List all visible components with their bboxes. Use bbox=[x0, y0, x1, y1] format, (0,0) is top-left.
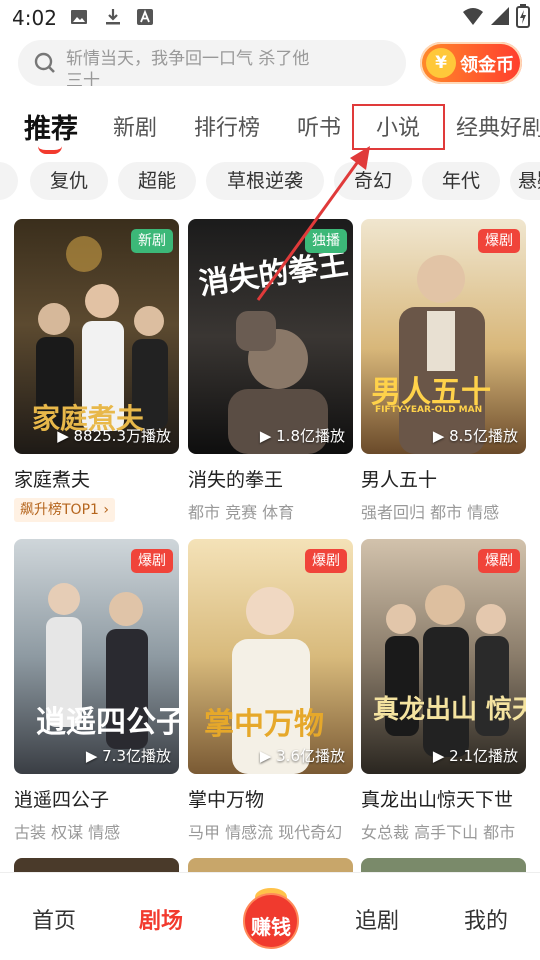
collect-coins-button[interactable]: ¥ 领金币 bbox=[420, 42, 522, 84]
tab-ranking[interactable]: 排行榜 bbox=[194, 110, 260, 142]
tab-new-drama[interactable]: 新剧 bbox=[113, 110, 157, 142]
poster-image: 男人五十 FIFTY-YEAR-OLD MAN 爆剧 ▶ 8.5亿播放 bbox=[361, 219, 526, 454]
bottom-navigation: 首页 剧场 赚钱 追剧 我的 bbox=[0, 872, 540, 960]
card-tags: 女总裁 高手下山 都市 bbox=[361, 823, 516, 842]
image-icon bbox=[71, 10, 87, 24]
tab-recommend[interactable]: 推荐 bbox=[24, 107, 78, 146]
nav-theater[interactable]: 剧场 bbox=[139, 903, 183, 935]
play-count-value: 3.6亿播放 bbox=[276, 747, 345, 765]
poster-figures bbox=[385, 585, 509, 757]
nav-earn-money[interactable]: 赚钱 bbox=[238, 883, 304, 949]
rank-tag[interactable]: 飙升榜TOP1 › bbox=[14, 498, 115, 522]
status-time: 4:02 bbox=[12, 6, 57, 30]
app-a-icon bbox=[137, 9, 153, 25]
search-bar[interactable]: 斩情当天，我争回一口气 杀了他三十 bbox=[18, 40, 406, 86]
battery-charging-icon bbox=[516, 4, 530, 28]
poster-figures bbox=[399, 255, 485, 454]
card-title: 逍遥四公子 bbox=[14, 789, 110, 811]
drama-card[interactable]: 家庭煮夫 新剧 ▶ 8825.3万播放 家庭煮夫 飙升榜TOP1 › bbox=[14, 219, 179, 529]
drama-card[interactable]: 掌中万物 爆剧 ▶ 3.6亿播放 掌中万物 马甲 情感流 现代奇幻 bbox=[188, 539, 353, 849]
play-count: ▶ 2.1亿播放 bbox=[433, 745, 518, 766]
play-icon: ▶ bbox=[57, 427, 74, 445]
poster-title: 真龙出山 惊天下 bbox=[373, 695, 526, 725]
poster-image: 家庭煮夫 新剧 ▶ 8825.3万播放 bbox=[14, 219, 179, 454]
play-icon: ▶ bbox=[259, 427, 277, 445]
search-icon bbox=[34, 52, 55, 73]
card-title: 真龙出山惊天下世 bbox=[361, 789, 514, 811]
card-tags: 强者回归 都市 情感 bbox=[361, 503, 500, 522]
nav-profile[interactable]: 我的 bbox=[464, 903, 508, 935]
card-title: 掌中万物 bbox=[188, 789, 265, 811]
hot-badge: 爆剧 bbox=[478, 549, 520, 573]
play-count-value: 1.8亿播放 bbox=[276, 427, 345, 445]
card-tags: 马甲 情感流 现代奇幻 bbox=[188, 823, 343, 842]
chip-superpower[interactable]: 超能 bbox=[118, 162, 196, 200]
poster-title: 掌中万物 bbox=[204, 707, 324, 742]
card-title: 家庭煮夫 bbox=[14, 469, 91, 491]
card-tags: 古装 权谋 情感 bbox=[14, 823, 121, 842]
play-count: ▶ 8825.3万播放 bbox=[57, 425, 171, 446]
novel-tab-highlight-box bbox=[352, 104, 445, 150]
exclusive-badge: 独播 bbox=[305, 229, 347, 253]
nav-earn-label: 赚钱 bbox=[251, 915, 291, 939]
drama-card[interactable]: 逍遥四公子 爆剧 ▶ 7.3亿播放 逍遥四公子 古装 权谋 情感 bbox=[14, 539, 179, 849]
play-count: ▶ 3.6亿播放 bbox=[260, 745, 345, 766]
play-count: ▶ 7.3亿播放 bbox=[86, 745, 171, 766]
play-count-value: 2.1亿播放 bbox=[449, 747, 518, 765]
download-icon bbox=[106, 9, 120, 25]
drama-card[interactable]: 消失的拳王 独播 ▶ 1.8亿播放 消失的拳王 都市 竞赛 体育 bbox=[188, 219, 353, 529]
chip-revenge[interactable]: 复仇 bbox=[30, 162, 108, 200]
poster-image: 掌中万物 爆剧 ▶ 3.6亿播放 bbox=[188, 539, 353, 774]
nav-home[interactable]: 首页 bbox=[32, 903, 76, 935]
poster-title: 逍遥四公子 bbox=[36, 705, 179, 740]
poster-subtitle: FIFTY-YEAR-OLD MAN bbox=[375, 405, 483, 415]
chip-partial-left[interactable] bbox=[0, 162, 18, 200]
chip-fantasy[interactable]: 奇幻 bbox=[334, 162, 412, 200]
play-count-value: 8825.3万播放 bbox=[73, 427, 172, 445]
play-icon: ▶ bbox=[259, 747, 277, 765]
card-title: 男人五十 bbox=[361, 469, 438, 491]
play-count: ▶ 8.5亿播放 bbox=[433, 425, 518, 446]
hot-badge: 爆剧 bbox=[305, 549, 347, 573]
tab-audiobook[interactable]: 听书 bbox=[297, 110, 341, 142]
play-count-value: 8.5亿播放 bbox=[449, 427, 518, 445]
play-count-value: 7.3亿播放 bbox=[102, 747, 171, 765]
poster-image: 消失的拳王 独播 ▶ 1.8亿播放 bbox=[188, 219, 353, 454]
tab-classic-drama[interactable]: 经典好剧 bbox=[456, 110, 540, 142]
category-tabs: 推荐 新剧 排行榜 听书 小说 经典好剧 bbox=[0, 104, 540, 154]
chip-underdog[interactable]: 草根逆袭 bbox=[206, 162, 324, 200]
status-bar: 4:02 bbox=[0, 0, 540, 36]
play-icon: ▶ bbox=[85, 747, 103, 765]
poster-image: 真龙出山 惊天下 爆剧 ▶ 2.1亿播放 bbox=[361, 539, 526, 774]
wifi-icon bbox=[463, 8, 483, 25]
genre-chips: 复仇 超能 草根逆袭 奇幻 年代 悬疑 bbox=[0, 162, 540, 202]
new-badge: 新剧 bbox=[131, 229, 173, 253]
collect-coins-label: 领金币 bbox=[460, 55, 514, 76]
card-title: 消失的拳王 bbox=[188, 469, 284, 491]
play-icon: ▶ bbox=[432, 427, 450, 445]
drama-card[interactable]: 真龙出山 惊天下 爆剧 ▶ 2.1亿播放 真龙出山惊天下世 女总裁 高手下山 都… bbox=[361, 539, 526, 849]
signal-icon bbox=[491, 7, 509, 25]
play-count: ▶ 1.8亿播放 bbox=[260, 425, 345, 446]
hot-badge: 爆剧 bbox=[478, 229, 520, 253]
nav-following[interactable]: 追剧 bbox=[355, 903, 399, 935]
coin-icon: ¥ bbox=[426, 48, 456, 78]
drama-card[interactable]: 男人五十 FIFTY-YEAR-OLD MAN 爆剧 ▶ 8.5亿播放 男人五十… bbox=[361, 219, 526, 529]
chip-suspense[interactable]: 悬疑 bbox=[510, 162, 540, 200]
poster-image: 逍遥四公子 爆剧 ▶ 7.3亿播放 bbox=[14, 539, 179, 774]
play-icon: ▶ bbox=[432, 747, 450, 765]
chip-period[interactable]: 年代 bbox=[422, 162, 500, 200]
card-tags: 都市 竞赛 体育 bbox=[188, 503, 295, 522]
hot-badge: 爆剧 bbox=[131, 549, 173, 573]
active-tab-indicator bbox=[38, 146, 62, 154]
search-placeholder: 斩情当天，我争回一口气 杀了他三十 bbox=[66, 49, 310, 86]
